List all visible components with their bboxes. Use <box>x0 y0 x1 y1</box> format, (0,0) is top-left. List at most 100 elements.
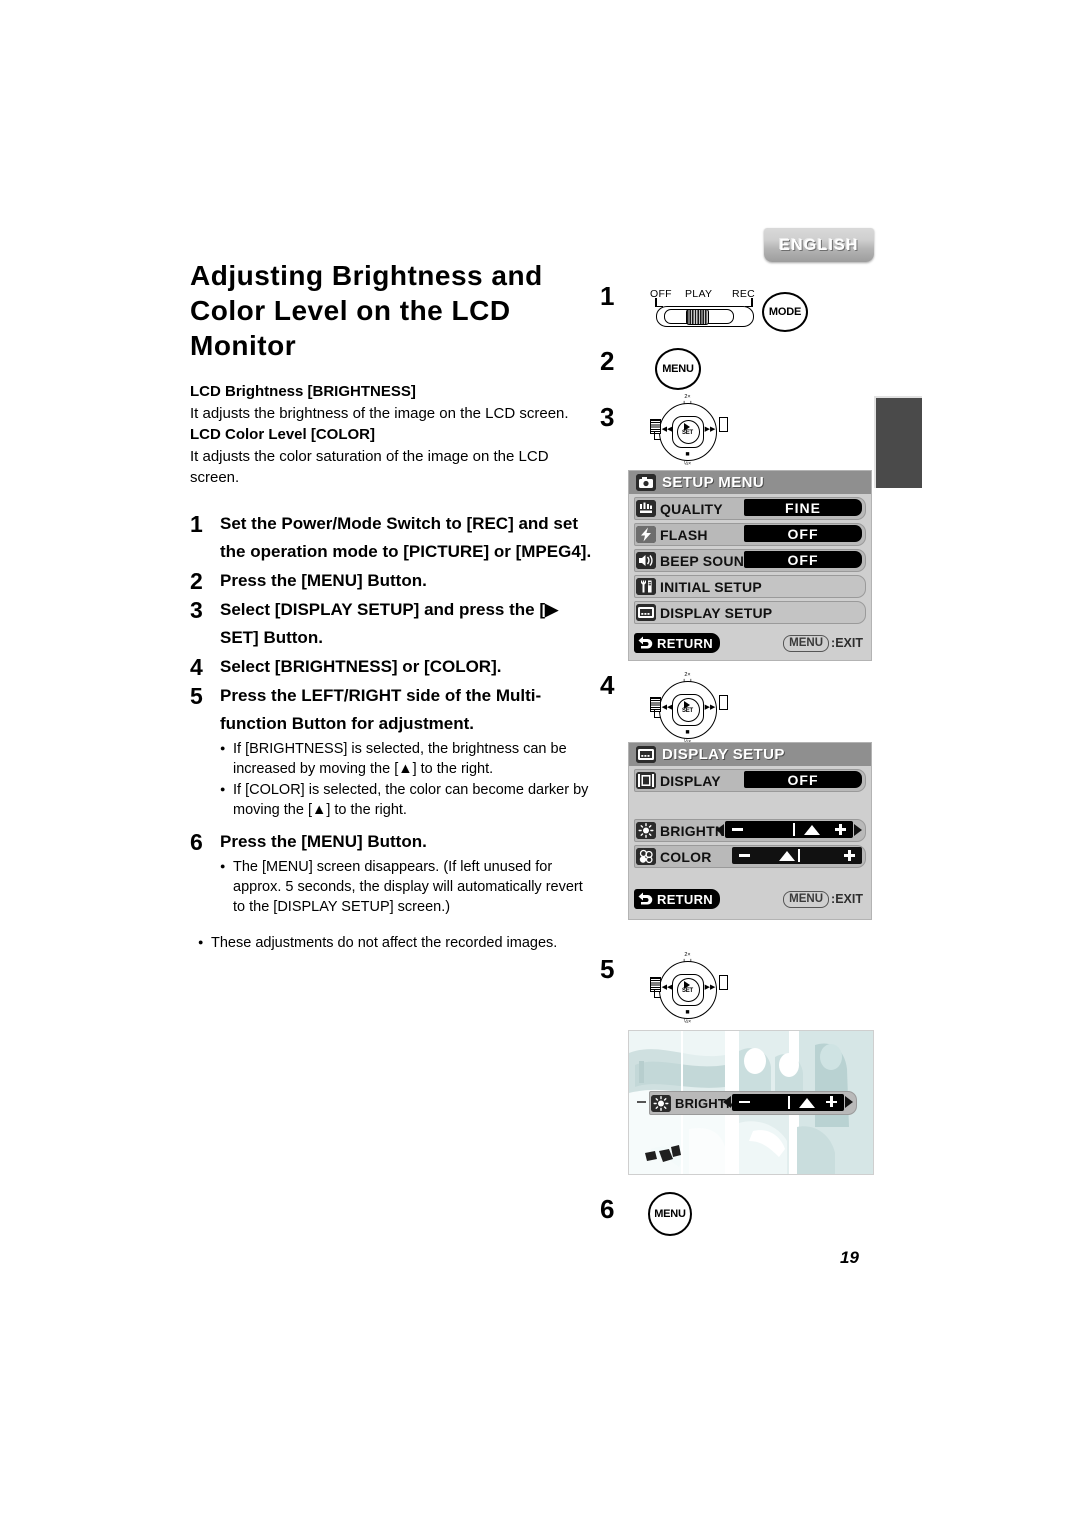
step-5: 5 Press the LEFT/RIGHT side of the Multi… <box>190 682 592 738</box>
display-setup-exit-hint: MENU :EXIT <box>783 890 863 908</box>
intro-brightness-heading: LCD Brightness [BRIGHTNESS] <box>190 383 416 400</box>
step-6-text: Press the [MENU] Button. <box>220 832 427 851</box>
display-setup-exit-key: MENU <box>783 890 830 908</box>
general-note-1: These adjustments do not affect the reco… <box>198 932 592 953</box>
setup-menu-row-display-setup[interactable]: DISPLAY SETUP <box>634 601 866 624</box>
figure-step-marker-2: 2 <box>600 346 615 376</box>
step-4-text: Select [BRIGHTNESS] or [COLOR]. <box>220 657 502 676</box>
dial-set-label-5: SET <box>681 988 694 994</box>
display-setup-title: DISPLAY SETUP <box>662 746 785 763</box>
step-1-text: Set the Power/Mode Switch to [REC] and s… <box>220 514 592 561</box>
step-2-text: Press the [MENU] Button. <box>220 571 427 590</box>
initial-setup-icon <box>636 578 656 595</box>
power-switch-knob <box>686 309 709 325</box>
color-slider[interactable] <box>732 847 862 864</box>
step-3: 3 Select [DISPLAY SETUP] and press the [… <box>190 596 592 652</box>
dial-set-label-4: SET <box>681 708 694 714</box>
dial-half-label-3: ½× <box>683 461 692 467</box>
setup-menu-title-bar: SETUP MENU <box>629 471 871 494</box>
step-5-bullets: If [BRIGHTNESS] is selected, the brightn… <box>220 738 592 820</box>
step-3-number: 3 <box>190 597 203 623</box>
color-slider-track[interactable] <box>732 847 862 864</box>
figure-step-marker-4: 4 <box>600 670 615 700</box>
flash-icon <box>636 526 656 543</box>
color-slider-thumb[interactable] <box>778 851 795 861</box>
step-6-bullets: The [MENU] screen disappears. (If left u… <box>220 856 592 917</box>
intro-brightness-body: It adjusts the brightness of the image o… <box>190 405 569 422</box>
dial-next-glyph-5: ▶▶ <box>704 984 716 991</box>
lcd-brightness-slider-track[interactable] <box>732 1093 844 1111</box>
dial-stop-glyph-3: ■ <box>685 451 690 458</box>
figure-step-marker-6: 6 <box>600 1194 615 1224</box>
setup-menu-row-initial-setup[interactable]: INITIAL SETUP <box>634 575 866 598</box>
display-setup-row-brightness[interactable]: BRIGHTNESS <box>634 819 866 842</box>
brightness-slider[interactable] <box>716 821 862 838</box>
lcd-brightness-right-arrow-icon[interactable] <box>845 1096 853 1108</box>
display-setup-value-display[interactable]: OFF <box>744 771 862 788</box>
lcd-brightness-overlay[interactable]: BRIGHTNESS <box>649 1091 857 1115</box>
brightness-icon <box>636 822 656 839</box>
procedure-steps: 1 Set the Power/Mode Switch to [REC] and… <box>190 510 592 953</box>
mode-button-icon: MODE <box>762 292 808 332</box>
display-setup-title-bar: DISPLAY SETUP <box>629 743 871 766</box>
display-setup-return-button[interactable]: RETURN <box>634 889 720 909</box>
display-setup-screenshot: DISPLAY SETUP DISPLAY OFF BRIGHTNESS COL… <box>628 742 872 920</box>
intro-brightness-block: LCD Brightness [BRIGHTNESS] It adjusts t… <box>190 381 592 488</box>
mode-button-label: MODE <box>768 306 802 318</box>
power-switch-play-label: PLAY <box>685 288 713 300</box>
figure-step-marker-3: 3 <box>600 402 615 432</box>
multi-function-dial-icon-step5: 2× ❘❘ ◀◀ ▶▶ SET ■ ½× <box>650 952 728 1030</box>
brightness-slider-thumb[interactable] <box>804 825 821 835</box>
setup-menu-label-initial-setup: INITIAL SETUP <box>660 578 762 595</box>
display-icon <box>636 772 656 789</box>
dial-right-side-button-3 <box>719 417 728 432</box>
language-tab-label: ENGLISH <box>779 237 859 254</box>
display-setup-row-color[interactable]: COLOR <box>634 845 866 868</box>
step-5-bullet-1: If [BRIGHTNESS] is selected, the brightn… <box>220 738 592 779</box>
dial-right-side-button-5 <box>719 975 728 990</box>
side-index-tab <box>874 396 922 488</box>
brightness-left-arrow-icon[interactable] <box>716 823 724 836</box>
setup-menu-title: SETUP MENU <box>662 474 765 491</box>
camera-icon <box>636 474 656 491</box>
lcd-preview-dash <box>637 1101 646 1103</box>
multi-function-dial-icon-step3: 2× ❘❘ ◀◀ ▶▶ SET ■ ½× <box>650 394 728 472</box>
intro-color-body: It adjusts the color saturation of the i… <box>190 448 549 486</box>
language-tab: ENGLISH <box>764 228 874 262</box>
setup-menu-value-quality[interactable]: FINE <box>744 499 862 516</box>
setup-menu-row-beep-sound[interactable]: BEEP SOUND OFF <box>634 549 866 572</box>
setup-menu-screenshot: SETUP MENU QUALITY FINE FLASH OFF BEEP S… <box>628 470 872 661</box>
step-1: 1 Set the Power/Mode Switch to [REC] and… <box>190 510 592 566</box>
brightness-plus-v-icon <box>839 823 842 835</box>
page-title: Adjusting Brightness and Color Level on … <box>190 260 543 361</box>
setup-menu-exit-key: MENU <box>783 634 830 652</box>
return-arrow-icon <box>637 635 654 652</box>
return-arrow-icon-2 <box>637 891 654 908</box>
brightness-minus-icon <box>732 828 743 831</box>
multi-function-dial-icon-step4: 2× ❘❘ ◀◀ ▶▶ SET ■ ½× <box>650 672 728 750</box>
menu-button-icon-step2: MENU <box>655 348 701 390</box>
setup-menu-label-display-setup: DISPLAY SETUP <box>660 604 773 621</box>
step-3-text: Select [DISPLAY SETUP] and press the [▶ … <box>220 600 559 647</box>
setup-menu-row-flash[interactable]: FLASH OFF <box>634 523 866 546</box>
setup-menu-exit-hint: MENU :EXIT <box>783 634 863 652</box>
lcd-brightness-slider[interactable] <box>723 1093 853 1111</box>
setup-menu-label-beep-sound: BEEP SOUND <box>660 552 755 569</box>
setup-menu-label-flash: FLASH <box>660 526 708 543</box>
display-setup-footer: RETURN MENU :EXIT <box>634 888 865 910</box>
step-2-number: 2 <box>190 568 203 594</box>
lcd-brightness-left-arrow-icon[interactable] <box>723 1096 731 1108</box>
lcd-brightness-slider-thumb[interactable] <box>799 1097 816 1108</box>
dial-half-label-5: ½× <box>683 1019 692 1025</box>
color-center-tick <box>798 849 801 862</box>
step-6-bullet-1: The [MENU] screen disappears. (If left u… <box>220 856 592 917</box>
setup-menu-row-quality[interactable]: QUALITY FINE <box>634 497 866 520</box>
color-minus-icon <box>739 854 750 857</box>
brightness-slider-track[interactable] <box>725 821 853 838</box>
display-setup-row-display[interactable]: DISPLAY OFF <box>634 769 866 792</box>
step-1-number: 1 <box>190 511 203 537</box>
setup-menu-value-flash[interactable]: OFF <box>744 525 862 542</box>
setup-menu-return-button[interactable]: RETURN <box>634 633 720 653</box>
brightness-right-arrow-icon[interactable] <box>854 823 862 836</box>
setup-menu-value-beep-sound[interactable]: OFF <box>744 551 862 568</box>
